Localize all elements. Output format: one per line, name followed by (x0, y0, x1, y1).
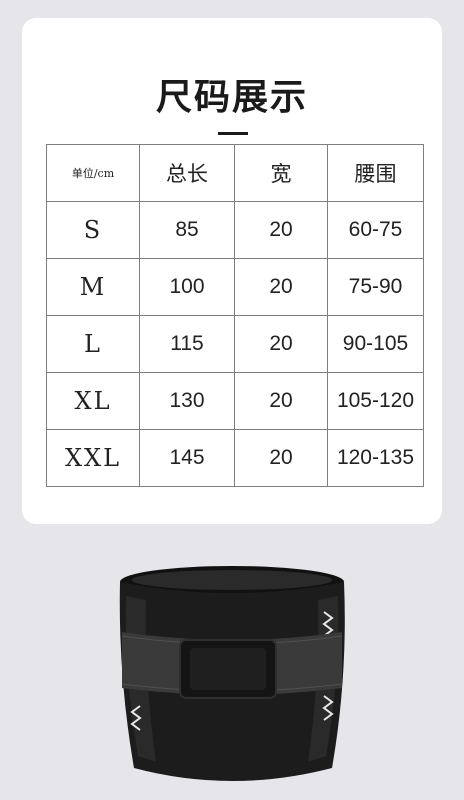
size-cell: S (46, 201, 140, 259)
size-cell: M (46, 258, 140, 316)
length-cell: 85 (139, 201, 235, 259)
waist-belt-illustration (119, 566, 345, 781)
belt-velcro-patch (190, 648, 266, 690)
waist-cell: 105-120 (327, 372, 424, 430)
table-row: XXL 145 20 120-135 (46, 429, 424, 487)
width-cell: 20 (234, 258, 328, 316)
title-underline (218, 132, 248, 135)
waist-cell: 120-135 (327, 429, 424, 487)
width-cell: 20 (234, 201, 328, 259)
table-row: S 85 20 60-75 (46, 201, 424, 259)
table-row: M 100 20 75-90 (46, 258, 424, 316)
page-title: 尺码展示 (155, 77, 308, 118)
header-unit: 单位/cm (46, 144, 140, 202)
waist-cell: 60-75 (327, 201, 424, 259)
size-chart-card: 尺码展示 单位/cm 总长 宽 腰围 S 85 20 60-75 M 100 2… (22, 18, 442, 524)
waist-cell: 90-105 (327, 315, 424, 373)
header-length: 总长 (139, 144, 235, 202)
size-cell: XXL (46, 429, 140, 487)
length-cell: 115 (139, 315, 235, 373)
length-cell: 100 (139, 258, 235, 316)
size-table: 单位/cm 总长 宽 腰围 S 85 20 60-75 M 100 20 75-… (46, 144, 424, 487)
header-width: 宽 (234, 144, 328, 202)
belt-inner (132, 570, 332, 590)
width-cell: 20 (234, 429, 328, 487)
header-waist: 腰围 (327, 144, 424, 202)
table-row: XL 130 20 105-120 (46, 372, 424, 430)
width-cell: 20 (234, 372, 328, 430)
length-cell: 145 (139, 429, 235, 487)
length-cell: 130 (139, 372, 235, 430)
waist-cell: 75-90 (327, 258, 424, 316)
width-cell: 20 (234, 315, 328, 373)
size-cell: XL (46, 372, 140, 430)
size-cell: L (46, 315, 140, 373)
table-header-row: 单位/cm 总长 宽 腰围 (46, 144, 424, 202)
table-row: L 115 20 90-105 (46, 315, 424, 373)
waist-belt-image (104, 556, 360, 792)
